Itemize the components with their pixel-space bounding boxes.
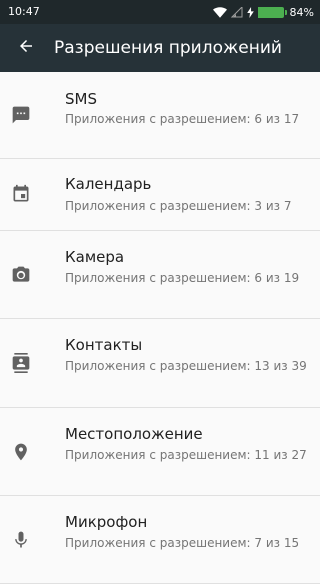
permission-title: SMS [65, 90, 97, 108]
permission-item-contacts[interactable]: Контакты Приложения с разрешением: 13 из… [0, 319, 320, 408]
permission-list: SMS Приложения с разрешением: 6 из 17 Ка… [0, 72, 320, 584]
permission-subtitle: Приложения с разрешением: 11 из 27 [65, 448, 307, 462]
app-bar: Разрешения приложений [0, 24, 320, 72]
permission-title: Местоположение [65, 425, 203, 443]
battery-icon [257, 6, 287, 18]
permission-title: Контакты [65, 336, 143, 354]
permission-subtitle: Приложения с разрешением: 6 из 19 [65, 271, 300, 285]
permission-title: Календарь [65, 175, 152, 193]
calendar-icon [11, 184, 31, 204]
battery-level-fill [257, 6, 280, 18]
microphone-icon [11, 530, 31, 550]
status-bar: 10:47 84% [0, 0, 320, 24]
permission-item-sms[interactable]: SMS Приложения с разрешением: 6 из 17 [0, 72, 320, 159]
status-time: 10:47 [8, 5, 40, 18]
back-button[interactable] [8, 30, 44, 66]
contacts-icon [11, 353, 31, 373]
page-title: Разрешения приложений [54, 38, 282, 58]
permission-title: Микрофон [65, 513, 148, 531]
permission-item-camera[interactable]: Камера Приложения с разрешением: 6 из 19 [0, 231, 320, 319]
wifi-icon [212, 3, 227, 22]
permission-subtitle: Приложения с разрешением: 3 из 7 [65, 199, 292, 213]
cell-signal-icon [230, 3, 243, 22]
camera-icon [11, 265, 31, 285]
arrow-back-icon [17, 37, 35, 59]
status-icons: 84% [209, 3, 314, 21]
battery-percentage: 84% [289, 5, 314, 19]
permission-subtitle: Приложения с разрешением: 13 из 39 [65, 359, 307, 373]
permission-item-location[interactable]: Местоположение Приложения с разрешением:… [0, 408, 320, 496]
location-icon [11, 442, 31, 462]
permission-item-microphone[interactable]: Микрофон Приложения с разрешением: 7 из … [0, 496, 320, 584]
permission-item-calendar[interactable]: Календарь Приложения с разрешением: 3 из… [0, 159, 320, 231]
permission-subtitle: Приложения с разрешением: 6 из 17 [65, 112, 300, 126]
permission-subtitle: Приложения с разрешением: 7 из 15 [65, 536, 300, 550]
charging-bolt-icon [246, 3, 254, 22]
permission-title: Камера [65, 248, 125, 266]
message-icon [11, 105, 31, 125]
